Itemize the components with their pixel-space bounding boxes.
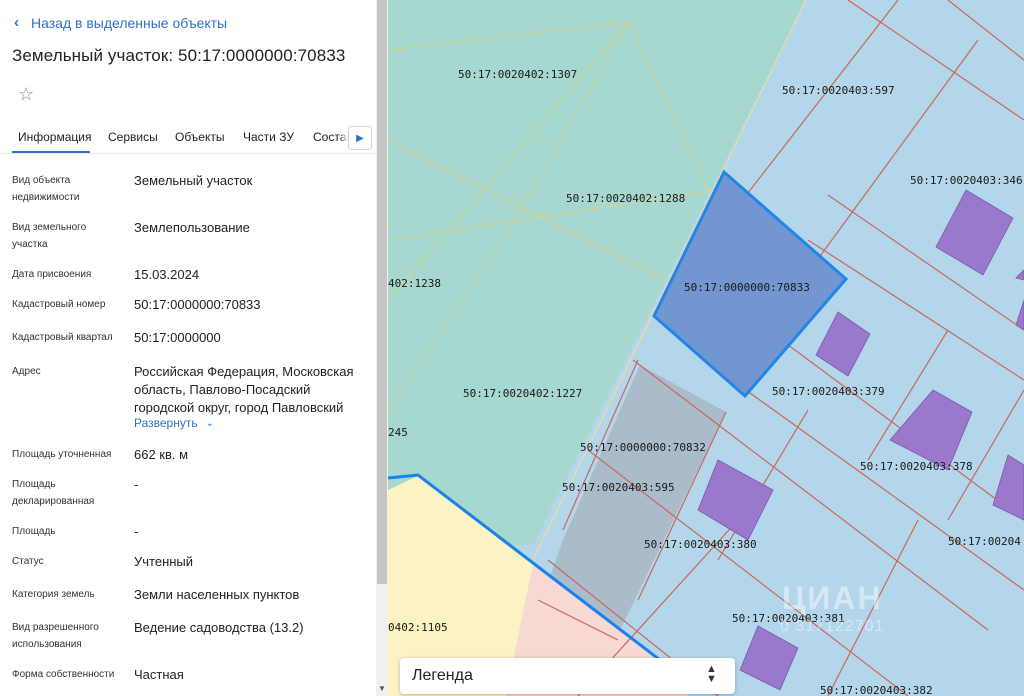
info-value: 662 кв. м bbox=[134, 447, 189, 462]
chevron-down-icon: ⌄ bbox=[205, 417, 214, 429]
info-value: Ведение садоводства (13.2) bbox=[134, 620, 304, 635]
parcel-label: 50:17:0020403:595 bbox=[562, 481, 675, 494]
info-value: 15.03.2024 bbox=[134, 267, 200, 282]
page-title: Земельный участок: 50:17:0000000:70833 bbox=[12, 46, 346, 65]
legend-dropdown[interactable]: Легенда ▲ ▼ bbox=[400, 658, 735, 694]
info-label: Кадастровый квартал bbox=[12, 332, 113, 343]
expand-address-button[interactable]: Развернуть ⌄ bbox=[134, 416, 214, 430]
info-label: Статус bbox=[12, 556, 44, 567]
star-icon[interactable]: ☆ bbox=[18, 84, 34, 105]
info-value: Частная bbox=[134, 667, 184, 682]
expand-label: Развернуть bbox=[134, 416, 198, 430]
legend-label: Легенда bbox=[412, 667, 473, 684]
info-value: Землепользование bbox=[134, 220, 250, 235]
info-label: Дата присвоения bbox=[12, 269, 92, 280]
info-label: Вид разрешенного использования bbox=[12, 622, 99, 650]
back-to-selection-link[interactable]: ‹ Назад в выделенные объекты bbox=[14, 14, 227, 31]
active-tab-indicator bbox=[12, 151, 90, 153]
info-value: - bbox=[134, 477, 139, 492]
parcel-label: 50:17:0020403:379 bbox=[772, 385, 885, 398]
parcel-label: 50:17:0020403:382 bbox=[820, 684, 933, 696]
tab-parts[interactable]: Части ЗУ bbox=[243, 130, 294, 144]
info-label: Категория земель bbox=[12, 589, 95, 600]
parcel-label: 50:17:0020402:1227 bbox=[463, 387, 582, 400]
scrollbar-thumb[interactable] bbox=[377, 0, 387, 584]
info-value: Земельный участок bbox=[134, 173, 253, 188]
map-canvas[interactable]: 50:17:0020402:1307 50:17:0020403:597 50:… bbox=[388, 0, 1024, 696]
info-value: Учтенный bbox=[134, 554, 194, 569]
info-label: Вид земельного участка bbox=[12, 222, 87, 250]
info-label: Вид объекта недвижимости bbox=[12, 175, 80, 203]
info-value: 50:17:0000000 bbox=[134, 330, 221, 345]
parcel-label: 0402:1105 bbox=[388, 621, 448, 634]
info-value: 50:17:0000000:70833 bbox=[134, 297, 261, 312]
parcel-label: 50:17:0020403:346 bbox=[910, 174, 1023, 187]
info-label: Адрес bbox=[12, 366, 41, 377]
tab-objects[interactable]: Объекты bbox=[175, 130, 225, 144]
chevron-left-icon: ‹ bbox=[14, 14, 19, 31]
info-panel: ‹ Назад в выделенные объекты Земельный у… bbox=[0, 0, 376, 696]
parcel-label: 50:17:0000000:70832 bbox=[580, 441, 706, 454]
parcel-label: 50:17:0020403:378 bbox=[860, 460, 973, 473]
info-value: - bbox=[134, 524, 139, 539]
parcel-label: 50:17:0020403:380 bbox=[644, 538, 757, 551]
selected-parcel-label: 50:17:0000000:70833 bbox=[684, 281, 810, 294]
chevron-up-down-icon: ▲ ▼ bbox=[706, 663, 717, 685]
info-label: Площадь bbox=[12, 526, 56, 537]
back-link-label: Назад в выделенные объекты bbox=[31, 14, 228, 31]
parcel-label: 50:17:00204 bbox=[948, 535, 1021, 548]
tab-info[interactable]: Информация bbox=[18, 130, 91, 144]
info-label: Форма собственности bbox=[12, 669, 115, 680]
cadastral-map[interactable]: 50:17:0020402:1307 50:17:0020403:597 50:… bbox=[388, 0, 1024, 696]
scroll-down-arrow-icon[interactable]: ▼ bbox=[378, 684, 386, 693]
info-value: Земли населенных пунктов bbox=[134, 587, 300, 602]
info-label: Площадь декларированная bbox=[12, 479, 95, 507]
tab-bar: Информация Сервисы Объекты Части ЗУ Сост… bbox=[0, 122, 376, 154]
watermark-brand: ЦИАН bbox=[782, 580, 883, 616]
info-label: Площадь уточненная bbox=[12, 449, 112, 460]
parcel-label: 50:17:0020402:1307 bbox=[458, 68, 577, 81]
info-label: Кадастровый номер bbox=[12, 299, 106, 310]
parcel-label: 245 bbox=[388, 426, 408, 439]
tab-services[interactable]: Сервисы bbox=[108, 130, 158, 144]
tabs-scroll-right-button[interactable]: ▶ bbox=[348, 126, 372, 150]
parcel-label: 402:1238 bbox=[388, 277, 441, 290]
tab-composition[interactable]: Состав bbox=[313, 130, 353, 144]
watermark-id: 0 317122701 bbox=[780, 618, 885, 635]
parcel-label: 50:17:0020402:1288 bbox=[566, 192, 685, 205]
address-value: Российская Федерация, Московская область… bbox=[134, 364, 354, 415]
parcel-label: 50:17:0020403:597 bbox=[782, 84, 895, 97]
